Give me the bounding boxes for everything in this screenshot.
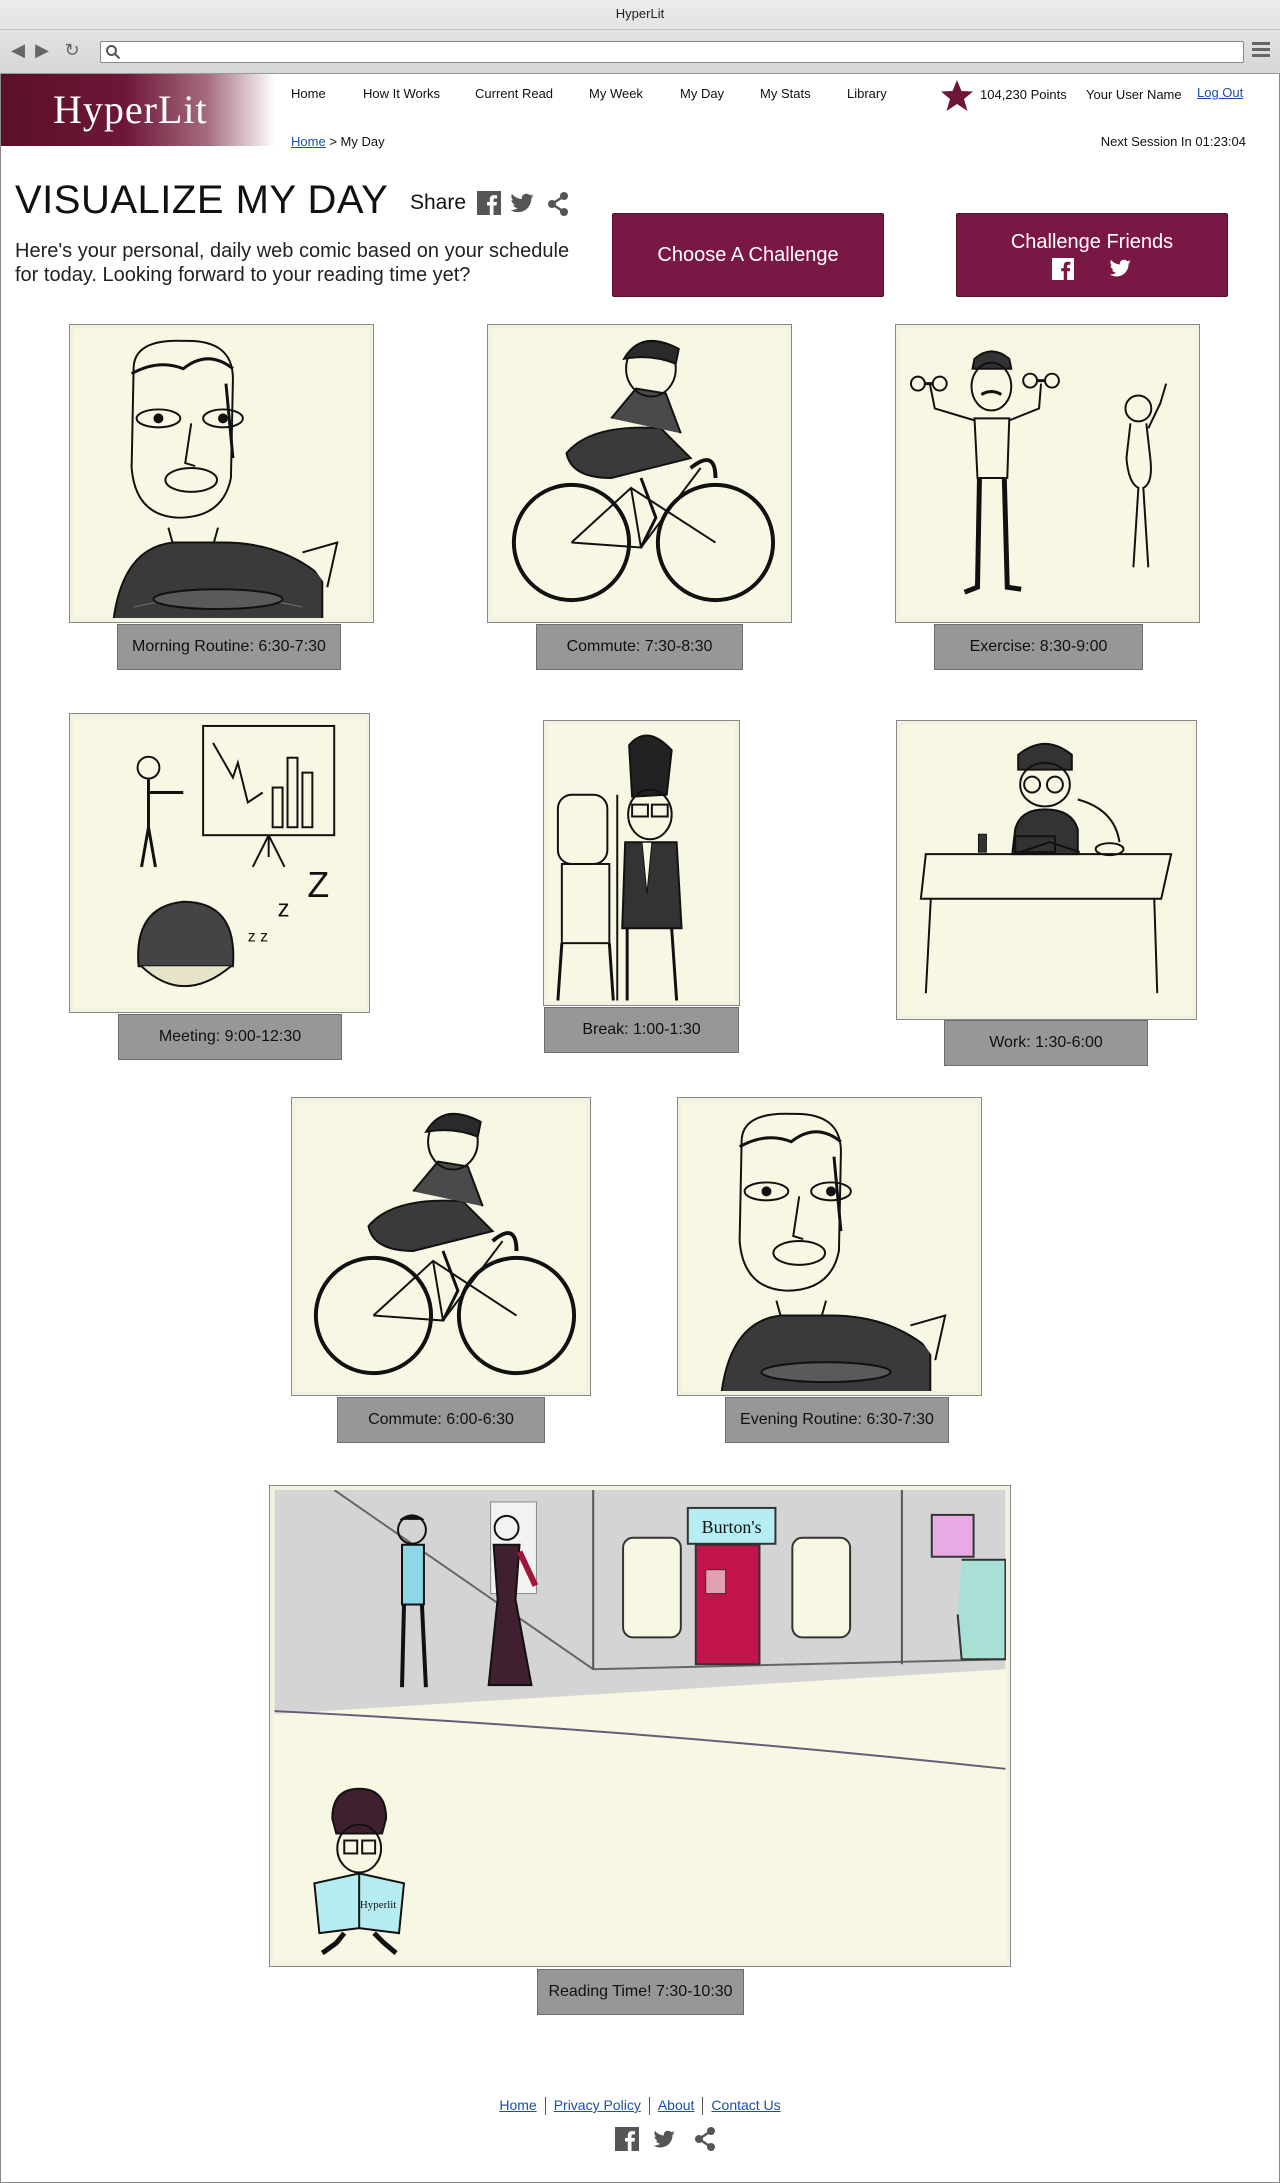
facebook-icon[interactable] — [1051, 258, 1074, 280]
panel-image — [900, 329, 1195, 618]
share-label: Share — [410, 191, 467, 214]
comic-panel-morning-routine[interactable] — [69, 324, 374, 623]
panel-image — [296, 1102, 586, 1391]
cyclist-icon — [313, 1112, 577, 1376]
presentation-icon: z z z Z — [136, 724, 336, 987]
footer-social-icons — [612, 2127, 722, 2151]
comic-panel-work[interactable] — [896, 720, 1197, 1020]
nav-my-week[interactable]: My Week — [589, 86, 643, 101]
page-title: VISUALIZE MY DAY — [15, 178, 389, 222]
footer-home-link[interactable]: Home — [499, 2097, 536, 2113]
facebook-icon[interactable] — [477, 191, 501, 215]
panel-image — [548, 725, 735, 1001]
reload-icon[interactable]: ↻ — [62, 40, 82, 60]
nav-my-stats[interactable]: My Stats — [760, 86, 811, 101]
dumbbells-icon — [909, 350, 1168, 595]
reading-person-icon: Burton's Hyperlit — [274, 1490, 1006, 1956]
breadcrumb: Home > My Day — [291, 134, 385, 149]
panel-image — [74, 329, 369, 618]
window-title: HyperLit — [0, 0, 1280, 30]
panel-image — [492, 329, 787, 618]
twitter-icon[interactable] — [653, 2130, 677, 2150]
logo[interactable]: HyperLit — [1, 74, 275, 146]
search-icon — [106, 45, 121, 60]
comic-panel-commute-morning[interactable] — [487, 324, 792, 623]
nav-library[interactable]: Library — [847, 86, 887, 101]
menu-icon[interactable] — [1252, 42, 1270, 60]
panel-image: z z z Z — [74, 718, 365, 1008]
challenge-friends-label: Challenge Friends — [1010, 231, 1174, 253]
share-icon[interactable] — [694, 2127, 716, 2151]
browser-toolbar: ◀ ▶ ↻ — [0, 36, 1280, 68]
comic-panel-break[interactable] — [543, 720, 740, 1006]
logout-link[interactable]: Log Out — [1197, 85, 1243, 100]
svg-text:z: z — [278, 896, 290, 923]
choose-challenge-button[interactable]: Choose A Challenge — [612, 213, 884, 297]
forward-arrow-icon[interactable]: ▶ — [32, 40, 52, 60]
svg-text:Z: Z — [307, 865, 329, 905]
choose-challenge-label: Choose A Challenge — [657, 244, 839, 266]
nav-home[interactable]: Home — [291, 86, 326, 101]
shop-sign: Burton's — [702, 1517, 762, 1537]
panel-caption: Exercise: 8:30-9:00 — [934, 624, 1143, 670]
star-icon — [941, 80, 973, 111]
footer-links: Home Privacy Policy About Contact Us — [0, 2097, 1280, 2116]
challenge-friends-button[interactable]: Challenge Friends — [956, 213, 1228, 297]
breadcrumb-current: My Day — [340, 134, 385, 149]
points-count: 104,230 Points — [980, 87, 1067, 102]
nav-my-day[interactable]: My Day — [680, 86, 724, 101]
twitter-icon[interactable] — [511, 193, 535, 215]
footer-divider — [648, 2097, 650, 2116]
svg-text:z z: z z — [248, 928, 268, 945]
footer-privacy-link[interactable]: Privacy Policy — [554, 2097, 641, 2113]
back-arrow-icon[interactable]: ◀ — [8, 40, 28, 60]
panel-caption: Work: 1:30-6:00 — [944, 1020, 1148, 1066]
cyclist-icon — [511, 339, 776, 603]
comic-panel-commute-evening[interactable] — [291, 1097, 591, 1396]
newspaper-title: Hyperlit — [360, 1899, 396, 1911]
facebook-icon[interactable] — [615, 2127, 639, 2151]
comic-panel-meeting[interactable]: z z z Z — [69, 713, 370, 1013]
footer-contact-link[interactable]: Contact Us — [711, 2097, 780, 2113]
nav-how-it-works[interactable]: How It Works — [363, 86, 440, 101]
user-name[interactable]: Your User Name — [1086, 87, 1182, 102]
address-bar[interactable] — [100, 41, 1244, 63]
panel-caption: Commute: 7:30-8:30 — [536, 624, 743, 670]
panel-caption: Morning Routine: 6:30-7:30 — [117, 624, 341, 670]
footer-divider — [702, 2097, 704, 2116]
panel-caption: Evening Routine: 6:30-7:30 — [725, 1397, 949, 1443]
footer-about-link[interactable]: About — [658, 2097, 695, 2113]
logo-text: HyperLit — [53, 87, 208, 132]
next-session-timer: Next Session In 01:23:04 — [1100, 134, 1246, 149]
share-icon[interactable] — [547, 192, 569, 216]
panel-caption: Reading Time! 7:30-10:30 — [537, 1969, 744, 2015]
browser-chrome: HyperLit ◀ ▶ ↻ — [0, 0, 1280, 74]
panel-image — [682, 1102, 977, 1391]
person-eating-icon — [112, 339, 339, 618]
panel-caption: Meeting: 9:00-12:30 — [118, 1014, 342, 1060]
desk-icon — [919, 742, 1173, 994]
panel-image — [901, 725, 1192, 1015]
comic-panel-exercise[interactable] — [895, 324, 1200, 623]
panel-caption: Break: 1:00-1:30 — [544, 1007, 739, 1053]
breadcrumb-separator: > — [329, 134, 337, 149]
panel-caption: Commute: 6:00-6:30 — [337, 1397, 545, 1443]
comic-panel-evening-routine[interactable] — [677, 1097, 982, 1396]
breadcrumb-home[interactable]: Home — [291, 134, 326, 149]
panel-image: Burton's Hyperlit — [274, 1490, 1006, 1962]
twitter-icon[interactable] — [1110, 259, 1132, 279]
footer-divider — [544, 2097, 546, 2116]
person-eating-icon — [720, 1112, 947, 1391]
intro-text: Here's your personal, daily web comic ba… — [15, 240, 570, 286]
comic-panel-reading-time[interactable]: Burton's Hyperlit — [269, 1485, 1011, 1967]
water-cooler-icon — [556, 734, 683, 1001]
nav-current-read[interactable]: Current Read — [475, 86, 553, 101]
